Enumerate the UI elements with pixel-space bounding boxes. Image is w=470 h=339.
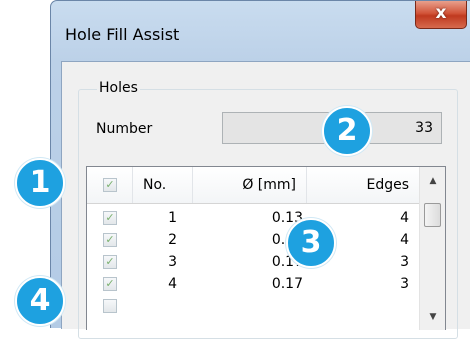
header-edges-column[interactable]: Edges — [307, 167, 419, 203]
holes-group-label: Holes — [97, 80, 140, 96]
close-button[interactable]: x — [415, 1, 467, 29]
holes-list[interactable]: ✓ No. Ø [mm] Edges ✓ 1 0.13 4 ✓ 2 0.15 4… — [86, 166, 446, 330]
row-checkbox-partial[interactable] — [103, 299, 117, 313]
number-label: Number — [96, 121, 153, 137]
table-row[interactable]: ✓ 2 0.15 4 — [87, 229, 419, 251]
list-header: ✓ No. Ø [mm] Edges — [87, 167, 419, 204]
table-row[interactable]: ✓ 3 0.17 3 — [87, 251, 419, 273]
scroll-thumb[interactable] — [424, 203, 441, 227]
table-row[interactable]: ✓ 4 0.17 3 — [87, 273, 419, 295]
callout-badge-1: 1 — [15, 158, 65, 208]
row-no: 4 — [168, 276, 177, 292]
header-diameter-column[interactable]: Ø [mm] — [193, 167, 307, 203]
window-title: Hole Fill Assist — [65, 25, 180, 44]
row-edges: 4 — [400, 232, 409, 248]
row-no: 1 — [168, 210, 177, 226]
table-row[interactable]: ✓ 1 0.13 4 — [87, 207, 419, 229]
row-checkbox[interactable]: ✓ — [103, 277, 117, 291]
number-value: 33 — [415, 120, 433, 136]
header-no-column[interactable]: No. — [133, 167, 193, 203]
row-checkbox[interactable]: ✓ — [103, 211, 117, 225]
row-no: 3 — [168, 254, 177, 270]
title-bar[interactable]: Hole Fill Assist x — [51, 1, 470, 61]
callout-badge-2: 2 — [322, 106, 372, 156]
table-row[interactable] — [87, 295, 419, 317]
close-icon: x — [435, 3, 447, 23]
row-checkbox[interactable]: ✓ — [103, 233, 117, 247]
select-all-checkbox[interactable]: ✓ — [103, 178, 117, 192]
row-diameter: 0.17 — [271, 276, 303, 292]
header-check-column[interactable]: ✓ — [87, 167, 133, 203]
row-edges: 3 — [400, 276, 409, 292]
row-no: 2 — [168, 232, 177, 248]
row-edges: 3 — [400, 254, 409, 270]
row-checkbox[interactable]: ✓ — [103, 255, 117, 269]
dialog-client-area: Holes Number 33 ✓ No. Ø [mm] Edges ✓ 1 0… — [61, 61, 470, 339]
callout-badge-4: 4 — [15, 276, 65, 326]
scroll-down-icon[interactable]: ▼ — [420, 307, 445, 327]
list-scrollbar[interactable]: ▲ ▼ — [419, 167, 445, 330]
scroll-up-icon[interactable]: ▲ — [420, 171, 445, 191]
callout-badge-3: 3 — [286, 218, 336, 268]
row-edges: 4 — [400, 210, 409, 226]
dialog-window: Hole Fill Assist x Holes Number 33 ✓ No.… — [50, 0, 470, 339]
